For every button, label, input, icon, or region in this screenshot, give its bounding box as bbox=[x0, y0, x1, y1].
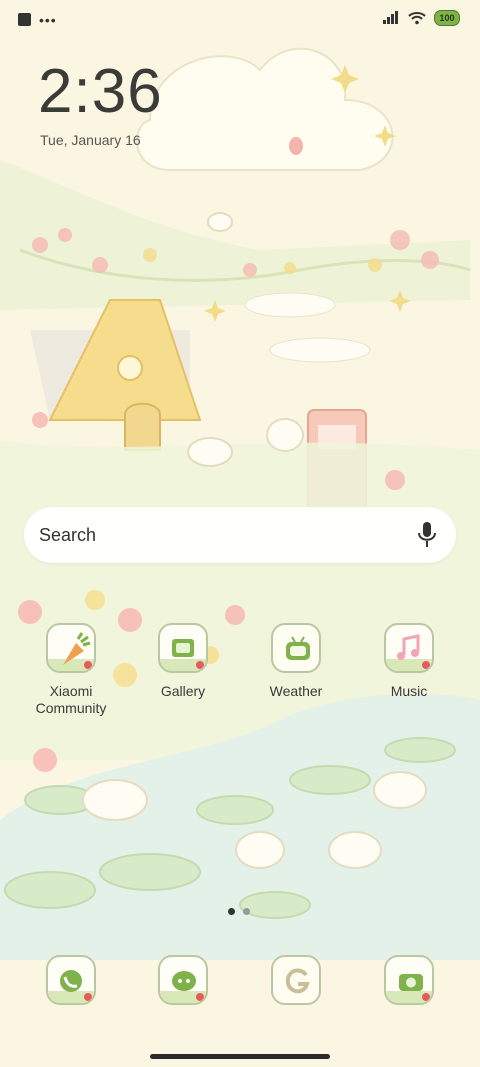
messages-icon bbox=[158, 955, 208, 1005]
notification-square-icon bbox=[18, 13, 31, 26]
phone-icon bbox=[46, 955, 96, 1005]
carrot-icon bbox=[46, 623, 96, 673]
dock-phone[interactable] bbox=[16, 955, 126, 1005]
signal-icon bbox=[383, 11, 398, 24]
more-notifications-icon: ••• bbox=[39, 11, 57, 28]
search-label: Search bbox=[39, 525, 97, 545]
camera-icon bbox=[384, 955, 434, 1005]
music-note-icon bbox=[384, 623, 434, 673]
wifi-icon bbox=[408, 12, 426, 25]
app-label: Xiaomi Community bbox=[35, 683, 107, 716]
app-weather[interactable]: Weather bbox=[241, 623, 351, 700]
dock-camera[interactable] bbox=[354, 955, 464, 1005]
clock-time: 2:36 bbox=[38, 57, 163, 126]
app-label: Gallery bbox=[160, 683, 206, 699]
battery-icon: 100 bbox=[434, 10, 460, 26]
app-xiaomi-community[interactable]: Xiaomi Community bbox=[16, 623, 126, 717]
gallery-icon bbox=[158, 623, 208, 673]
microphone-icon[interactable] bbox=[416, 521, 438, 549]
google-icon bbox=[271, 955, 321, 1005]
app-label: Music bbox=[390, 683, 428, 699]
page-dot[interactable] bbox=[243, 908, 250, 915]
search-bar[interactable]: Search bbox=[24, 507, 456, 563]
battery-level: 100 bbox=[439, 13, 455, 23]
page-dot-active[interactable] bbox=[228, 908, 235, 915]
dock-messages[interactable] bbox=[128, 955, 238, 1005]
home-indicator[interactable] bbox=[150, 1054, 330, 1059]
app-gallery[interactable]: Gallery bbox=[128, 623, 238, 700]
app-music[interactable]: Music bbox=[354, 623, 464, 700]
weather-tv-icon bbox=[271, 623, 321, 673]
app-label: Weather bbox=[269, 683, 323, 699]
status-bar: ••• 100 bbox=[0, 0, 480, 40]
page-indicator bbox=[228, 908, 250, 915]
dock-google[interactable] bbox=[241, 955, 351, 1005]
clock-date: Tue, January 16 bbox=[40, 132, 141, 148]
